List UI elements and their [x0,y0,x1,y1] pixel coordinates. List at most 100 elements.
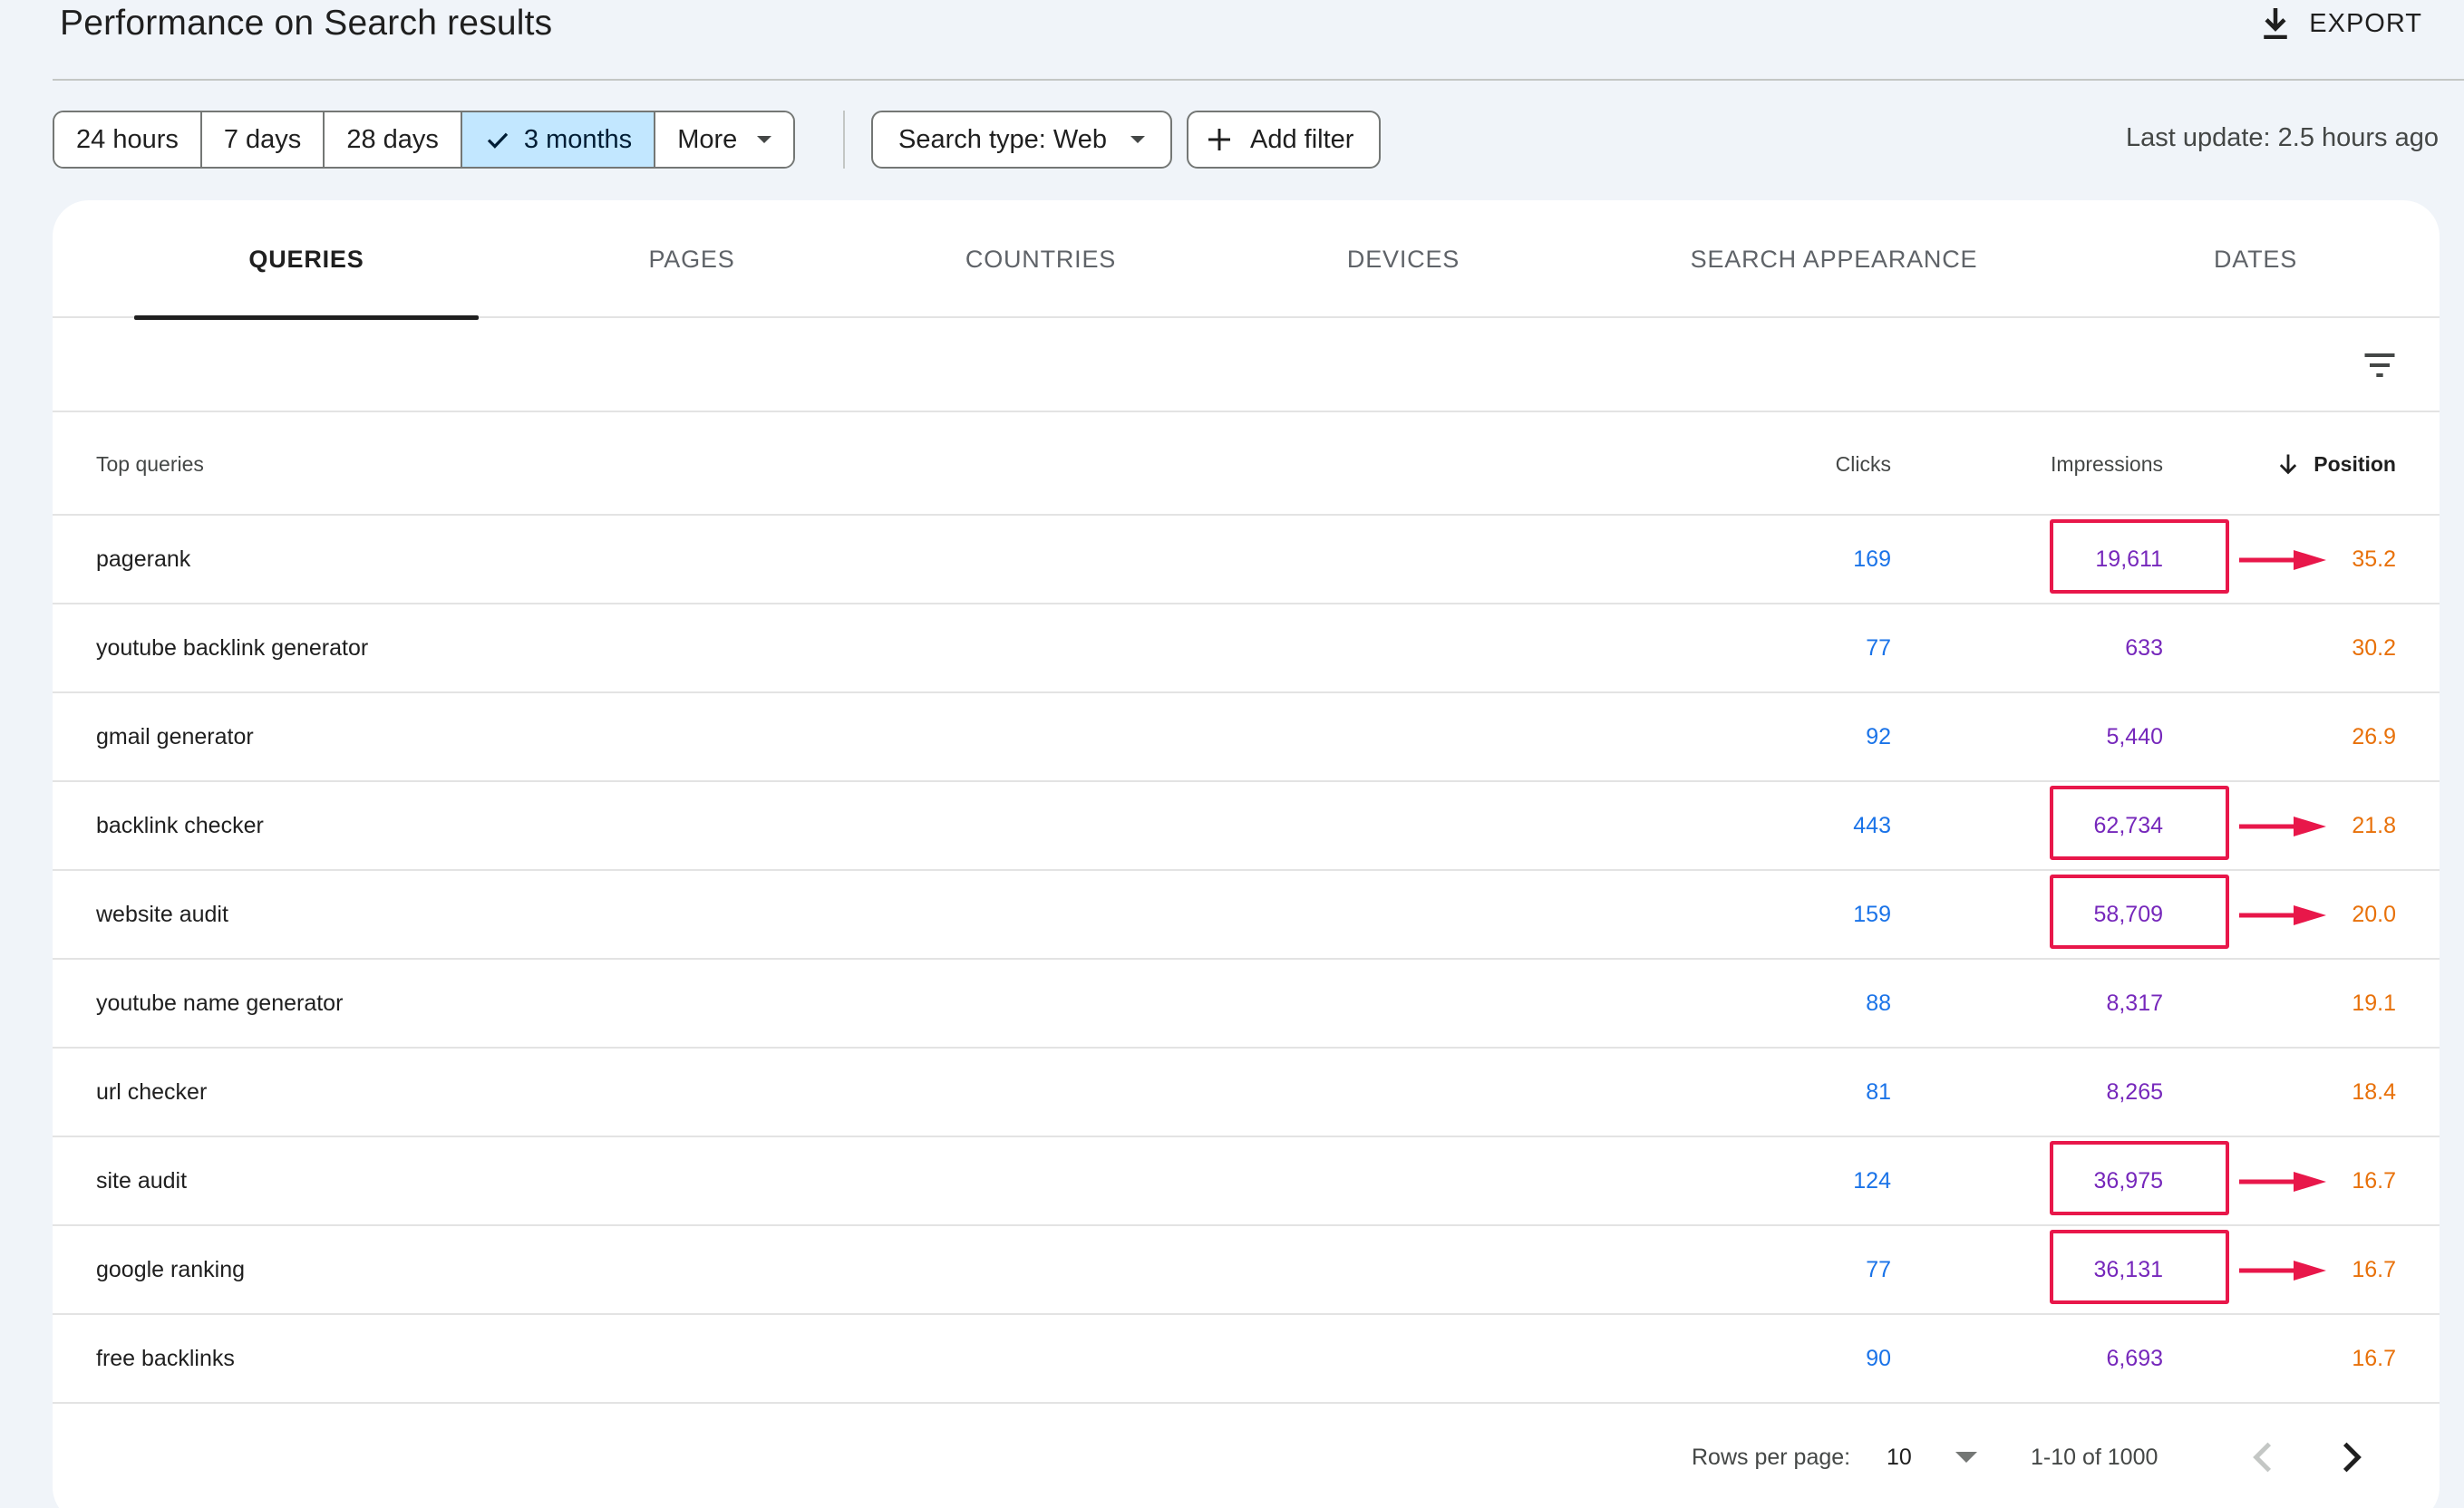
date-range-label: 7 days [223,124,302,154]
clicks-cell: 81 [1866,1078,1891,1105]
export-label: EXPORT [2309,8,2422,38]
table-row[interactable]: free backlinks 90 6,693 16.7 [53,1315,2440,1404]
annotation-box [2050,1230,2229,1304]
download-icon [2264,8,2288,39]
page-title: Performance on Search results [60,4,553,43]
table-body: pagerank 169 19,611 35.2 youtube backlin… [53,516,2440,1404]
annotation-box [2050,1141,2229,1215]
query-cell: youtube backlink generator [96,634,369,661]
annotation-arrow [2239,1172,2326,1192]
query-cell: free backlinks [96,1345,235,1371]
date-range-28-days[interactable]: 28 days [325,112,462,167]
tab-countries[interactable]: COUNTRIES [914,200,1168,318]
filter-lines-icon[interactable] [2360,345,2400,385]
add-filter-label: Add filter [1250,124,1354,154]
table-filter-bar [53,318,2440,412]
table-row[interactable]: gmail generator 92 5,440 26.9 [53,693,2440,782]
pagination-range: 1-10 of 1000 [2031,1444,2158,1470]
annotation-box [2050,875,2229,949]
tab-label: DEVICES [1346,245,1460,273]
column-header-impressions[interactable]: Impressions [1964,412,2163,516]
tab-label: PAGES [648,245,735,273]
arrow-down-icon [2280,454,2297,475]
plus-icon [1208,129,1230,150]
date-range-3-months[interactable]: 3 months [461,112,656,167]
position-cell: 18.4 [2352,1078,2396,1105]
impressions-cell: 8,317 [2106,990,2163,1016]
chevron-left-icon[interactable] [2241,1435,2286,1480]
impressions-cell: 633 [2125,634,2163,661]
table-row[interactable]: google ranking 77 36,131 16.7 [53,1226,2440,1315]
position-cell: 19.1 [2352,990,2396,1016]
column-header-clicks[interactable]: Clicks [1710,412,1891,516]
table-row[interactable]: youtube name generator 88 8,317 19.1 [53,960,2440,1049]
clicks-cell: 77 [1866,1256,1891,1282]
title-divider [53,79,2464,81]
position-cell: 30.2 [2352,634,2396,661]
table-row[interactable]: website audit 159 58,709 20.0 [53,871,2440,960]
position-cell: 26.9 [2352,723,2396,749]
table-row[interactable]: pagerank 169 19,611 35.2 [53,516,2440,604]
query-cell: google ranking [96,1256,246,1282]
chevron-right-icon[interactable] [2328,1435,2373,1480]
table-row[interactable]: youtube backlink generator 77 633 30.2 [53,604,2440,693]
column-header-label: Position [2314,451,2396,476]
query-cell: url checker [96,1078,208,1105]
tab-label: QUERIES [248,245,364,273]
table-row[interactable]: site audit 124 36,975 16.7 [53,1137,2440,1226]
query-cell: backlink checker [96,812,264,838]
table-row[interactable]: backlink checker 443 62,734 21.8 [53,782,2440,871]
date-range-7-days[interactable]: 7 days [201,112,325,167]
date-range-24-hours[interactable]: 24 hours [54,112,202,167]
tab-queries[interactable]: QUERIES [134,200,479,320]
impressions-cell: 5,440 [2106,723,2163,749]
pagination-bar: Rows per page: 10 1-10 of 1000 [53,1404,2440,1508]
search-type-label: Search type: Web [898,124,1107,154]
clicks-cell: 77 [1866,634,1891,661]
last-update-text: Last update: 2.5 hours ago [2125,123,2439,152]
table-header: Top queries Clicks Impressions Position [53,412,2440,516]
table-row[interactable]: url checker 81 8,265 18.4 [53,1049,2440,1137]
caret-down-icon [757,136,772,143]
export-button[interactable]: EXPORT [2260,5,2422,42]
query-cell: site audit [96,1167,188,1194]
clicks-cell: 90 [1866,1345,1891,1371]
rows-per-page-label: Rows per page: [1692,1444,1851,1470]
results-card: QUERIES PAGES COUNTRIES DEVICES SEARCH A… [53,200,2440,1508]
tab-dates[interactable]: DATES [2138,200,2373,318]
query-cell: pagerank [96,546,191,572]
date-range-more[interactable]: More [655,112,794,167]
rows-per-page-value: 10 [1887,1444,1912,1470]
annotation-arrow [2239,550,2326,570]
toolbar-divider [843,111,845,169]
tab-pages[interactable]: PAGES [587,200,796,318]
annotation-arrow [2239,905,2326,925]
add-filter-button[interactable]: Add filter [1187,111,1382,169]
tab-label: SEARCH APPEARANCE [1690,245,1978,273]
query-cell: website audit [96,901,228,927]
clicks-cell: 124 [1853,1167,1891,1194]
annotation-arrow [2239,817,2326,836]
date-range-label: 24 hours [76,124,179,154]
clicks-cell: 88 [1866,990,1891,1016]
caret-down-icon [1955,1452,1977,1463]
column-header-position[interactable]: Position [2215,412,2396,516]
column-header-query[interactable]: Top queries [96,412,204,516]
rows-per-page-select[interactable]: 10 [1887,1404,1977,1508]
tab-label: DATES [2213,245,2297,273]
query-cell: gmail generator [96,723,254,749]
clicks-cell: 443 [1853,812,1891,838]
position-cell: 16.7 [2352,1345,2396,1371]
date-range-label: More [677,124,738,154]
date-range-label: 3 months [523,124,633,154]
clicks-cell: 169 [1853,546,1891,572]
search-type-dropdown[interactable]: Search type: Web [871,111,1172,169]
date-range-label: 28 days [346,124,439,154]
annotation-box [2050,786,2229,860]
tab-search-appearance[interactable]: SEARCH APPEARANCE [1625,200,2042,318]
annotation-arrow [2239,1261,2326,1281]
clicks-cell: 92 [1866,723,1891,749]
date-range-group: 24 hours 7 days 28 days 3 months More [53,111,796,169]
check-icon [487,132,509,149]
tab-devices[interactable]: DEVICES [1276,200,1530,318]
